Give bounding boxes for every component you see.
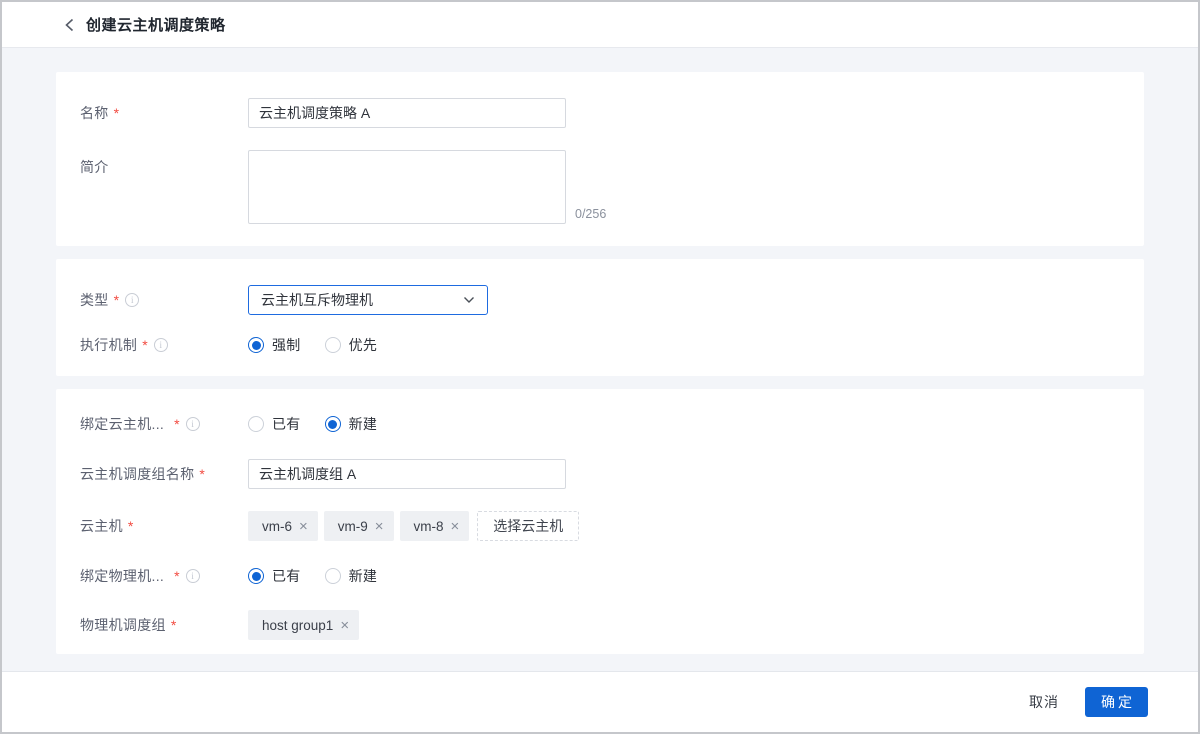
- cancel-button[interactable]: 取消: [1029, 692, 1059, 712]
- topbar: 创建云主机调度策略: [2, 2, 1198, 48]
- radio-option-force[interactable]: 强制: [248, 335, 301, 355]
- confirm-button[interactable]: 确定: [1085, 687, 1148, 717]
- create-scheduling-policy-page: 创建云主机调度策略 名称* 简介 0/256 类型*i: [0, 0, 1200, 734]
- radio-selected-icon: [248, 568, 264, 584]
- radio-option-existing[interactable]: 已有: [248, 414, 301, 434]
- back-button[interactable]: [60, 16, 78, 34]
- required-marker: *: [174, 416, 180, 432]
- char-counter: 0/256: [575, 207, 606, 221]
- name-label: 名称*: [80, 103, 248, 123]
- host-group-row: 物理机调度组* host group1 ×: [56, 610, 1144, 640]
- bind-host-radio-group: 已有 新建: [248, 566, 401, 586]
- vm-group-name-row: 云主机调度组名称*: [56, 459, 1144, 489]
- info-icon[interactable]: i: [186, 417, 200, 431]
- basic-info-card: 名称* 简介 0/256: [56, 72, 1144, 246]
- mechanism-radio-group: 强制 优先: [248, 335, 401, 355]
- description-textarea[interactable]: [248, 150, 566, 224]
- select-vm-button[interactable]: 选择云主机: [477, 511, 579, 541]
- required-marker: *: [128, 518, 134, 534]
- radio-option-new[interactable]: 新建: [325, 566, 378, 586]
- required-marker: *: [142, 337, 148, 353]
- bind-vm-group-label: 绑定云主机...*i: [80, 414, 248, 434]
- vm-group-name-input[interactable]: [248, 459, 566, 489]
- required-marker: *: [114, 292, 120, 308]
- required-marker: *: [174, 568, 180, 584]
- close-icon[interactable]: ×: [340, 618, 349, 633]
- required-marker: *: [114, 105, 120, 121]
- radio-unselected-icon: [325, 568, 341, 584]
- description-label: 简介: [80, 150, 248, 177]
- vm-tag: vm-6 ×: [248, 511, 318, 541]
- mechanism-row: 执行机制*i 强制 优先: [56, 335, 1144, 355]
- vms-label: 云主机*: [80, 516, 248, 536]
- description-row: 简介 0/256: [56, 150, 1144, 224]
- close-icon[interactable]: ×: [375, 519, 384, 534]
- chevron-down-icon: [463, 296, 475, 304]
- vm-tag-list: vm-6 × vm-9 × vm-8 × 选择云主机: [248, 511, 579, 541]
- radio-selected-icon: [248, 337, 264, 353]
- page-title: 创建云主机调度策略: [86, 14, 226, 35]
- vms-row: 云主机* vm-6 × vm-9 × vm-8 × 选择云主机: [56, 511, 1144, 541]
- type-row: 类型*i 云主机互斥物理机: [56, 285, 1144, 315]
- bind-host-group-label: 绑定物理机...*i: [80, 566, 248, 586]
- radio-unselected-icon: [248, 416, 264, 432]
- required-marker: *: [199, 466, 205, 482]
- mechanism-label: 执行机制*i: [80, 335, 248, 355]
- bind-vm-group-row: 绑定云主机...*i 已有 新建: [56, 414, 1144, 434]
- type-select-value: 云主机互斥物理机: [261, 290, 373, 310]
- type-label: 类型*i: [80, 290, 248, 310]
- host-group-label: 物理机调度组*: [80, 615, 248, 635]
- radio-option-priority[interactable]: 优先: [325, 335, 378, 355]
- info-icon[interactable]: i: [154, 338, 168, 352]
- name-row: 名称*: [56, 98, 1144, 128]
- required-marker: *: [171, 617, 177, 633]
- info-icon[interactable]: i: [186, 569, 200, 583]
- radio-option-existing[interactable]: 已有: [248, 566, 301, 586]
- binding-card: 绑定云主机...*i 已有 新建 云主机调度组名称*: [56, 389, 1144, 654]
- footer-action-bar: 取消 确定: [2, 671, 1198, 732]
- radio-unselected-icon: [325, 337, 341, 353]
- host-group-tag-list: host group1 ×: [248, 610, 365, 640]
- type-card: 类型*i 云主机互斥物理机 执行机制*i 强制: [56, 259, 1144, 376]
- type-select[interactable]: 云主机互斥物理机: [248, 285, 488, 315]
- vm-tag: vm-8 ×: [400, 511, 470, 541]
- radio-selected-icon: [325, 416, 341, 432]
- host-group-tag: host group1 ×: [248, 610, 359, 640]
- chevron-left-icon: [64, 18, 75, 32]
- vm-group-name-label: 云主机调度组名称*: [80, 464, 248, 484]
- close-icon[interactable]: ×: [451, 519, 460, 534]
- bind-vm-radio-group: 已有 新建: [248, 414, 401, 434]
- radio-option-new[interactable]: 新建: [325, 414, 378, 434]
- bind-host-group-row: 绑定物理机...*i 已有 新建: [56, 566, 1144, 586]
- info-icon[interactable]: i: [125, 293, 139, 307]
- form-content: 名称* 简介 0/256 类型*i 云主机互斥物理机: [2, 48, 1198, 671]
- name-input[interactable]: [248, 98, 566, 128]
- vm-tag: vm-9 ×: [324, 511, 394, 541]
- close-icon[interactable]: ×: [299, 519, 308, 534]
